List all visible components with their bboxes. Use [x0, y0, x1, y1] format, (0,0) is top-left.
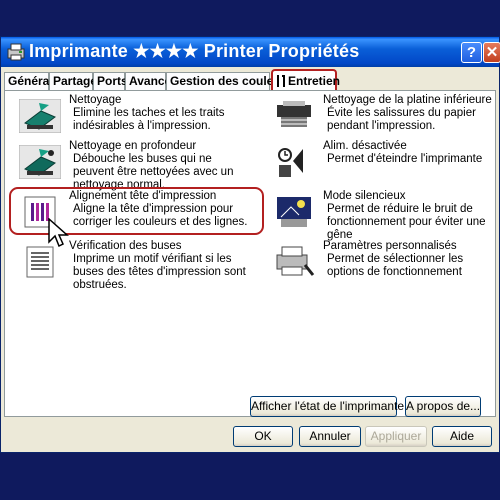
nozzle-check-title: Vérification des buses [69, 240, 182, 252]
about-button[interactable]: A propos de... [405, 396, 481, 417]
bottom-plate-cleaning-icon [277, 101, 311, 127]
nozzle-check-desc: Imprime un motif vérifiant si les buses … [73, 253, 246, 291]
tab-advanced[interactable]: Avancé [125, 72, 171, 90]
apply-button[interactable]: Appliquer [365, 426, 427, 447]
title-bar[interactable]: Imprimante ★★★★ Printer Propriétés ? ✕ [1, 37, 500, 67]
cleaning-desc: Elimine les taches et les traits indésir… [73, 107, 225, 132]
printer-icon [7, 43, 25, 61]
printer-status-button[interactable]: Afficher l'état de l'imprimante... [250, 396, 414, 417]
quiet-mode-icon [277, 197, 311, 227]
auto-power-off-icon [278, 148, 303, 177]
maintenance-panel: Nettoyage Elimine les taches et les trai… [4, 90, 496, 417]
window-title: Imprimante ★★★★ Printer Propriétés [29, 41, 360, 61]
ink-cartridge-cleaning-icon [19, 99, 61, 133]
ok-button[interactable]: OK [233, 426, 293, 447]
auto-power-off-title: Alim. désactivée [323, 140, 407, 152]
tab-general[interactable]: Général [4, 72, 53, 90]
quiet-mode-title: Mode silencieux [323, 190, 406, 202]
deep-cleaning-icon [19, 145, 61, 179]
custom-settings-icon [276, 246, 315, 276]
mouse-pointer-icon [48, 218, 69, 248]
bottom-plate-desc: Évite les salissures du papier pendant l… [327, 107, 476, 132]
help-title-button[interactable]: ? [461, 42, 482, 63]
help-button[interactable]: Aide [432, 426, 492, 447]
cancel-button[interactable]: Annuler [299, 426, 361, 447]
quiet-mode-desc: Permet de réduire le bruit de fonctionne… [327, 203, 486, 241]
cleaning-title: Nettoyage [69, 94, 122, 106]
deep-cleaning-item[interactable]: Nettoyage en profondeur Débouche les bus… [13, 140, 249, 191]
custom-settings-title: Paramètres personnalisés [323, 240, 457, 252]
tab-maintenance-label: Entretien [288, 74, 341, 88]
tab-sharing[interactable]: Partage [49, 72, 97, 90]
custom-settings-item[interactable]: Paramètres personnalisés Permet de sélec… [267, 240, 493, 285]
nozzle-check-icon [26, 246, 54, 278]
cleaning-item[interactable]: Nettoyage Elimine les taches et les trai… [13, 94, 249, 139]
printer-properties-window: Imprimante ★★★★ Printer Propriétés ? ✕ G… [0, 36, 500, 453]
tab-color-management[interactable]: Gestion des couleurs [166, 72, 292, 90]
deep-cleaning-title: Nettoyage en profondeur [69, 140, 197, 152]
auto-power-off-item[interactable]: Alim. désactivée Permet d'éteindre l'imp… [267, 140, 493, 185]
tab-maintenance[interactable]: Entretien [271, 69, 341, 91]
tab-ports[interactable]: Ports [93, 72, 128, 90]
bottom-plate-cleaning-item[interactable]: Nettoyage de la platine inférieure Évite… [267, 94, 493, 139]
close-button[interactable]: ✕ [483, 42, 500, 63]
custom-settings-desc: Permet de sélectionner les options de fo… [327, 253, 464, 278]
tools-icon [277, 75, 285, 87]
bottom-plate-title: Nettoyage de la platine inférieure [323, 94, 492, 106]
auto-power-off-desc: Permet d'éteindre l'imprimante [327, 153, 483, 165]
tab-strip: Général Partage Ports Avancé Gestion des… [4, 69, 498, 91]
quiet-mode-item[interactable]: Mode silencieux Permet de réduire le bru… [267, 190, 493, 241]
